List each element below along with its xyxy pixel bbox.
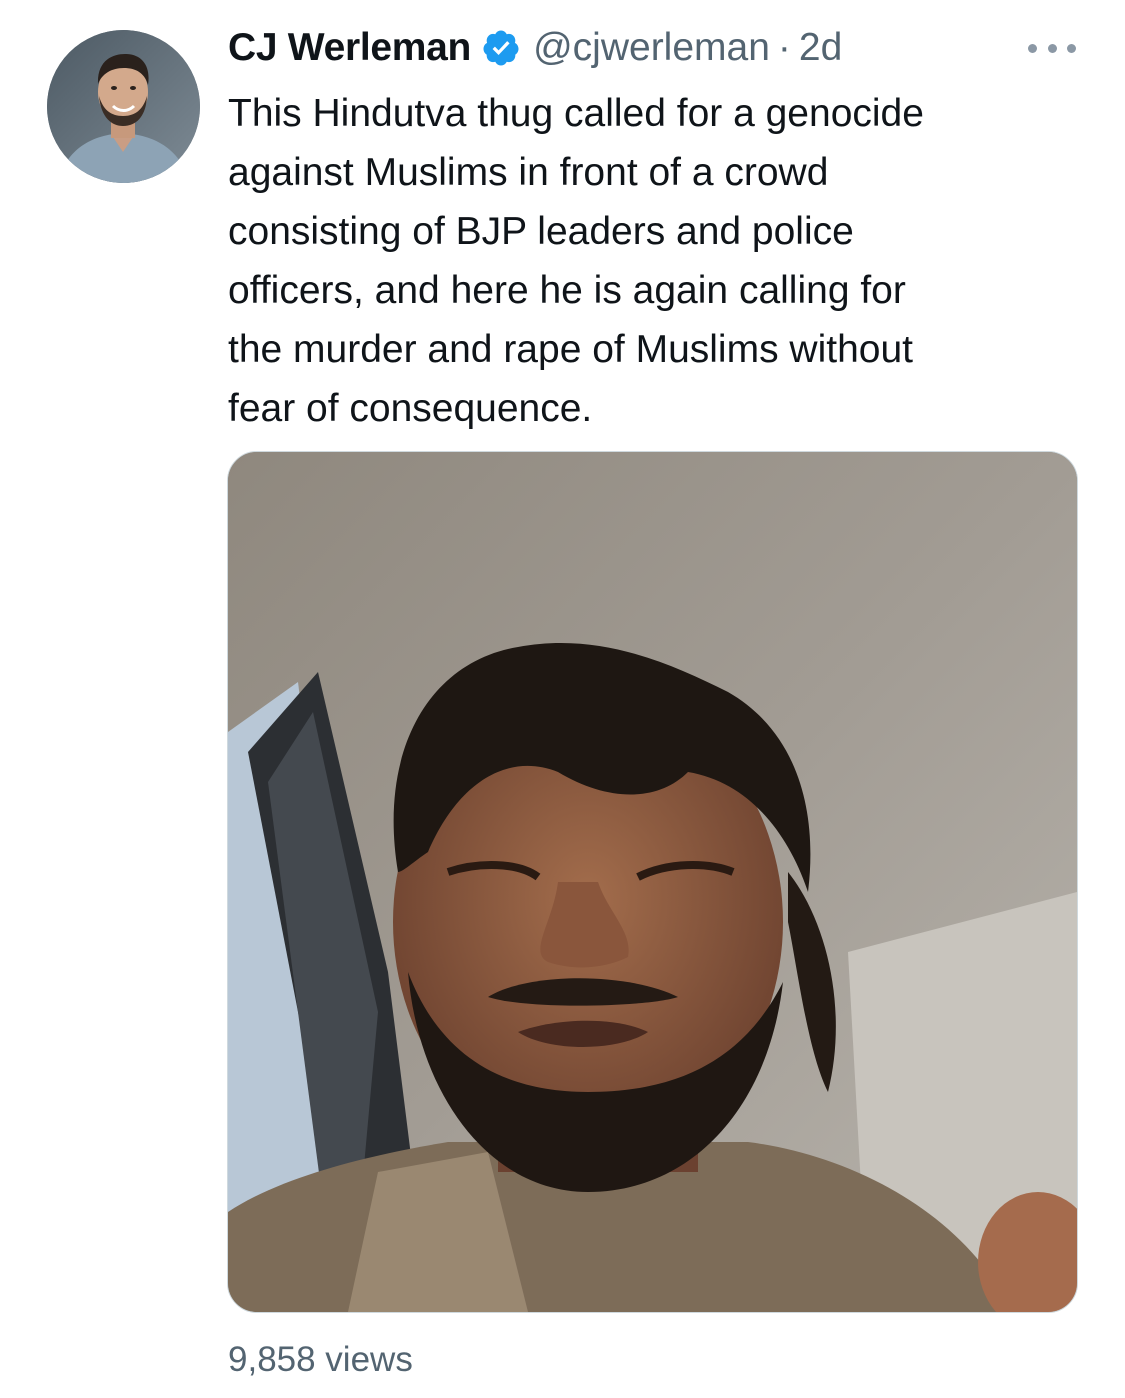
tweet-text: This Hindutva thug called for a genocide… — [228, 92, 924, 430]
avatar[interactable] — [47, 30, 200, 183]
dot — [1067, 43, 1076, 53]
separator-dot: · — [777, 26, 791, 69]
author-display-name[interactable]: CJ Werleman — [228, 26, 471, 70]
video-views-count: 9,858 views — [228, 1340, 413, 1379]
verified-badge-icon — [481, 28, 521, 68]
video-player[interactable] — [227, 451, 1078, 1313]
dot — [1047, 43, 1057, 53]
tweet-header: CJ Werleman @cjwerleman · 2d — [228, 20, 842, 76]
tweet[interactable]: CJ Werleman @cjwerleman · 2d This Hindut… — [0, 0, 1125, 1398]
dot — [1028, 43, 1037, 53]
author-handle[interactable]: @cjwerleman — [533, 26, 770, 70]
tweet-timestamp[interactable]: 2d — [799, 26, 842, 70]
more-dots-icon[interactable] — [1028, 36, 1076, 60]
